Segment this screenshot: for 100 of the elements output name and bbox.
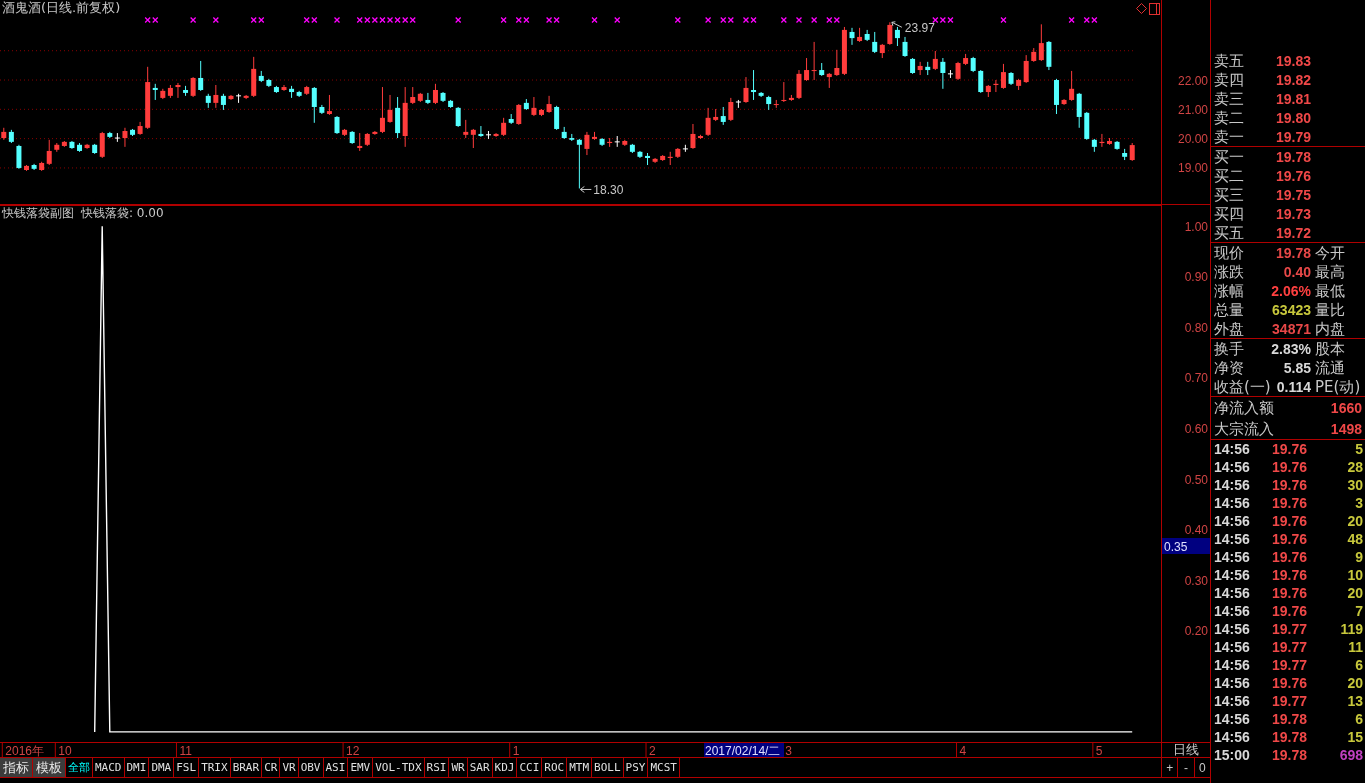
- tick-price: 19.76: [1272, 548, 1309, 566]
- quote-label: 最高: [1314, 262, 1346, 281]
- candlestick: [554, 105, 560, 131]
- candlestick: [804, 57, 810, 82]
- quote-label: 今开: [1314, 243, 1346, 262]
- indicator-tab[interactable]: MCST: [648, 758, 680, 777]
- indicator-tab[interactable]: RSI: [424, 758, 450, 777]
- candlestick: [584, 131, 590, 156]
- tick-price: 19.76: [1272, 476, 1309, 494]
- candlestick: [1076, 92, 1082, 129]
- candlestick: [834, 49, 840, 77]
- date-label: 10: [58, 744, 72, 757]
- tick-price: 19.76: [1272, 566, 1309, 584]
- quote-label: 总量: [1214, 300, 1245, 319]
- indicator-tab[interactable]: BOLL: [592, 758, 624, 777]
- period-label: 日线: [1173, 743, 1199, 757]
- quote-label: 内盘: [1314, 319, 1346, 338]
- candlestick: [811, 41, 817, 81]
- flow-value: 1498: [1330, 419, 1362, 438]
- candlestick: [122, 127, 128, 148]
- quote-value: 0.40: [1282, 262, 1311, 281]
- doji-candle: [735, 99, 742, 109]
- date-label: 2016年: [5, 744, 44, 757]
- order-price: 19.81: [1274, 89, 1311, 108]
- doji-candle: [485, 130, 492, 140]
- order-label: 买五: [1214, 223, 1245, 242]
- axis-tick-label: 0.30: [1184, 573, 1208, 588]
- candlestick: [894, 26, 900, 47]
- tick-price: 19.78: [1272, 710, 1309, 728]
- indicator-tab[interactable]: BRAR: [230, 758, 263, 777]
- quote-value: 63423: [1271, 300, 1311, 319]
- indicator-tab[interactable]: CCI: [517, 758, 543, 777]
- indicator-tab[interactable]: KDJ: [492, 758, 518, 777]
- order-price: 19.83: [1274, 51, 1311, 70]
- candlestick: [175, 82, 181, 99]
- quote-value: 34871: [1271, 319, 1311, 338]
- indicator-tab[interactable]: VOL-TDX: [373, 758, 425, 777]
- zoom-button[interactable]: +: [1162, 758, 1179, 777]
- candlestick: [1023, 54, 1029, 84]
- axis-tick-label: 0.90: [1184, 270, 1208, 285]
- candlestick: [872, 31, 878, 54]
- tick-volume: 15: [1346, 728, 1363, 746]
- tick-volume: 20: [1346, 584, 1363, 602]
- tick-time: 14:56: [1214, 476, 1251, 494]
- indicator-tab[interactable]: CR: [262, 758, 281, 777]
- window-icon[interactable]: [1149, 3, 1160, 15]
- menu-button[interactable]: 模板: [33, 758, 66, 777]
- candlestick: [463, 119, 469, 139]
- date-label: 5: [1095, 744, 1103, 757]
- quote-label: 量比: [1314, 300, 1346, 319]
- quote-label: 现价: [1214, 243, 1245, 262]
- indicator-tab[interactable]: SAR: [467, 758, 493, 777]
- indicator-tab[interactable]: EMV: [348, 758, 374, 777]
- tick-time: 14:56: [1214, 638, 1251, 656]
- indicator-tab[interactable]: ROC: [542, 758, 568, 777]
- candlestick: [16, 144, 22, 170]
- indicator-tab[interactable]: 全部: [66, 758, 93, 777]
- cross-marker: [1000, 16, 1007, 24]
- indicator-tab[interactable]: DMI: [124, 758, 150, 777]
- candlestick: [501, 117, 507, 137]
- date-label: 11: [179, 744, 192, 757]
- tick-time: 14:56: [1214, 494, 1251, 512]
- tick-price: 19.76: [1272, 584, 1309, 602]
- tick-volume: 20: [1346, 512, 1363, 530]
- indicator-tab[interactable]: TRIX: [199, 758, 231, 777]
- tick-price: 19.76: [1272, 602, 1309, 620]
- indicator-tab[interactable]: ASI: [323, 758, 349, 777]
- candlestick: [531, 96, 537, 117]
- quote-value: 5.85: [1282, 358, 1311, 377]
- candlestick: [955, 61, 961, 81]
- quote-value: 19.78: [1274, 243, 1311, 262]
- order-price: 19.73: [1274, 204, 1311, 223]
- tick-price: 19.78: [1272, 728, 1309, 746]
- diamond-icon[interactable]: [1136, 3, 1147, 14]
- tick-time: 14:56: [1214, 566, 1251, 584]
- tick-volume: 10: [1346, 566, 1363, 584]
- candlestick: [849, 27, 855, 46]
- candlestick: [470, 128, 476, 149]
- indicator-tab[interactable]: PSY: [623, 758, 649, 777]
- tick-price: 19.76: [1272, 458, 1309, 476]
- indicator-tab[interactable]: DMA: [149, 758, 175, 777]
- cross-marker: [212, 16, 219, 24]
- high-pointer-arrow: [891, 21, 903, 28]
- indicator-tab[interactable]: OBV: [298, 758, 324, 777]
- menu-button[interactable]: 指标: [0, 758, 33, 777]
- indicator-tab[interactable]: WR: [449, 758, 468, 777]
- tick-time: 14:56: [1214, 728, 1251, 746]
- tick-volume: 6: [1354, 656, 1363, 674]
- zoom-button[interactable]: 0: [1194, 758, 1210, 777]
- zoom-button[interactable]: -: [1178, 758, 1195, 777]
- indicator-tab[interactable]: MTM: [567, 758, 593, 777]
- candlestick: [864, 29, 870, 42]
- indicator-tab[interactable]: MACD: [93, 758, 125, 777]
- tick-volume: 20: [1346, 674, 1363, 692]
- indicator-tab[interactable]: FSL: [174, 758, 200, 777]
- indicator-tab[interactable]: VR: [280, 758, 299, 777]
- cross-marker: [811, 16, 818, 24]
- cross-marker: [614, 16, 621, 24]
- candlestick: [781, 81, 787, 103]
- date-label: 12: [346, 744, 360, 757]
